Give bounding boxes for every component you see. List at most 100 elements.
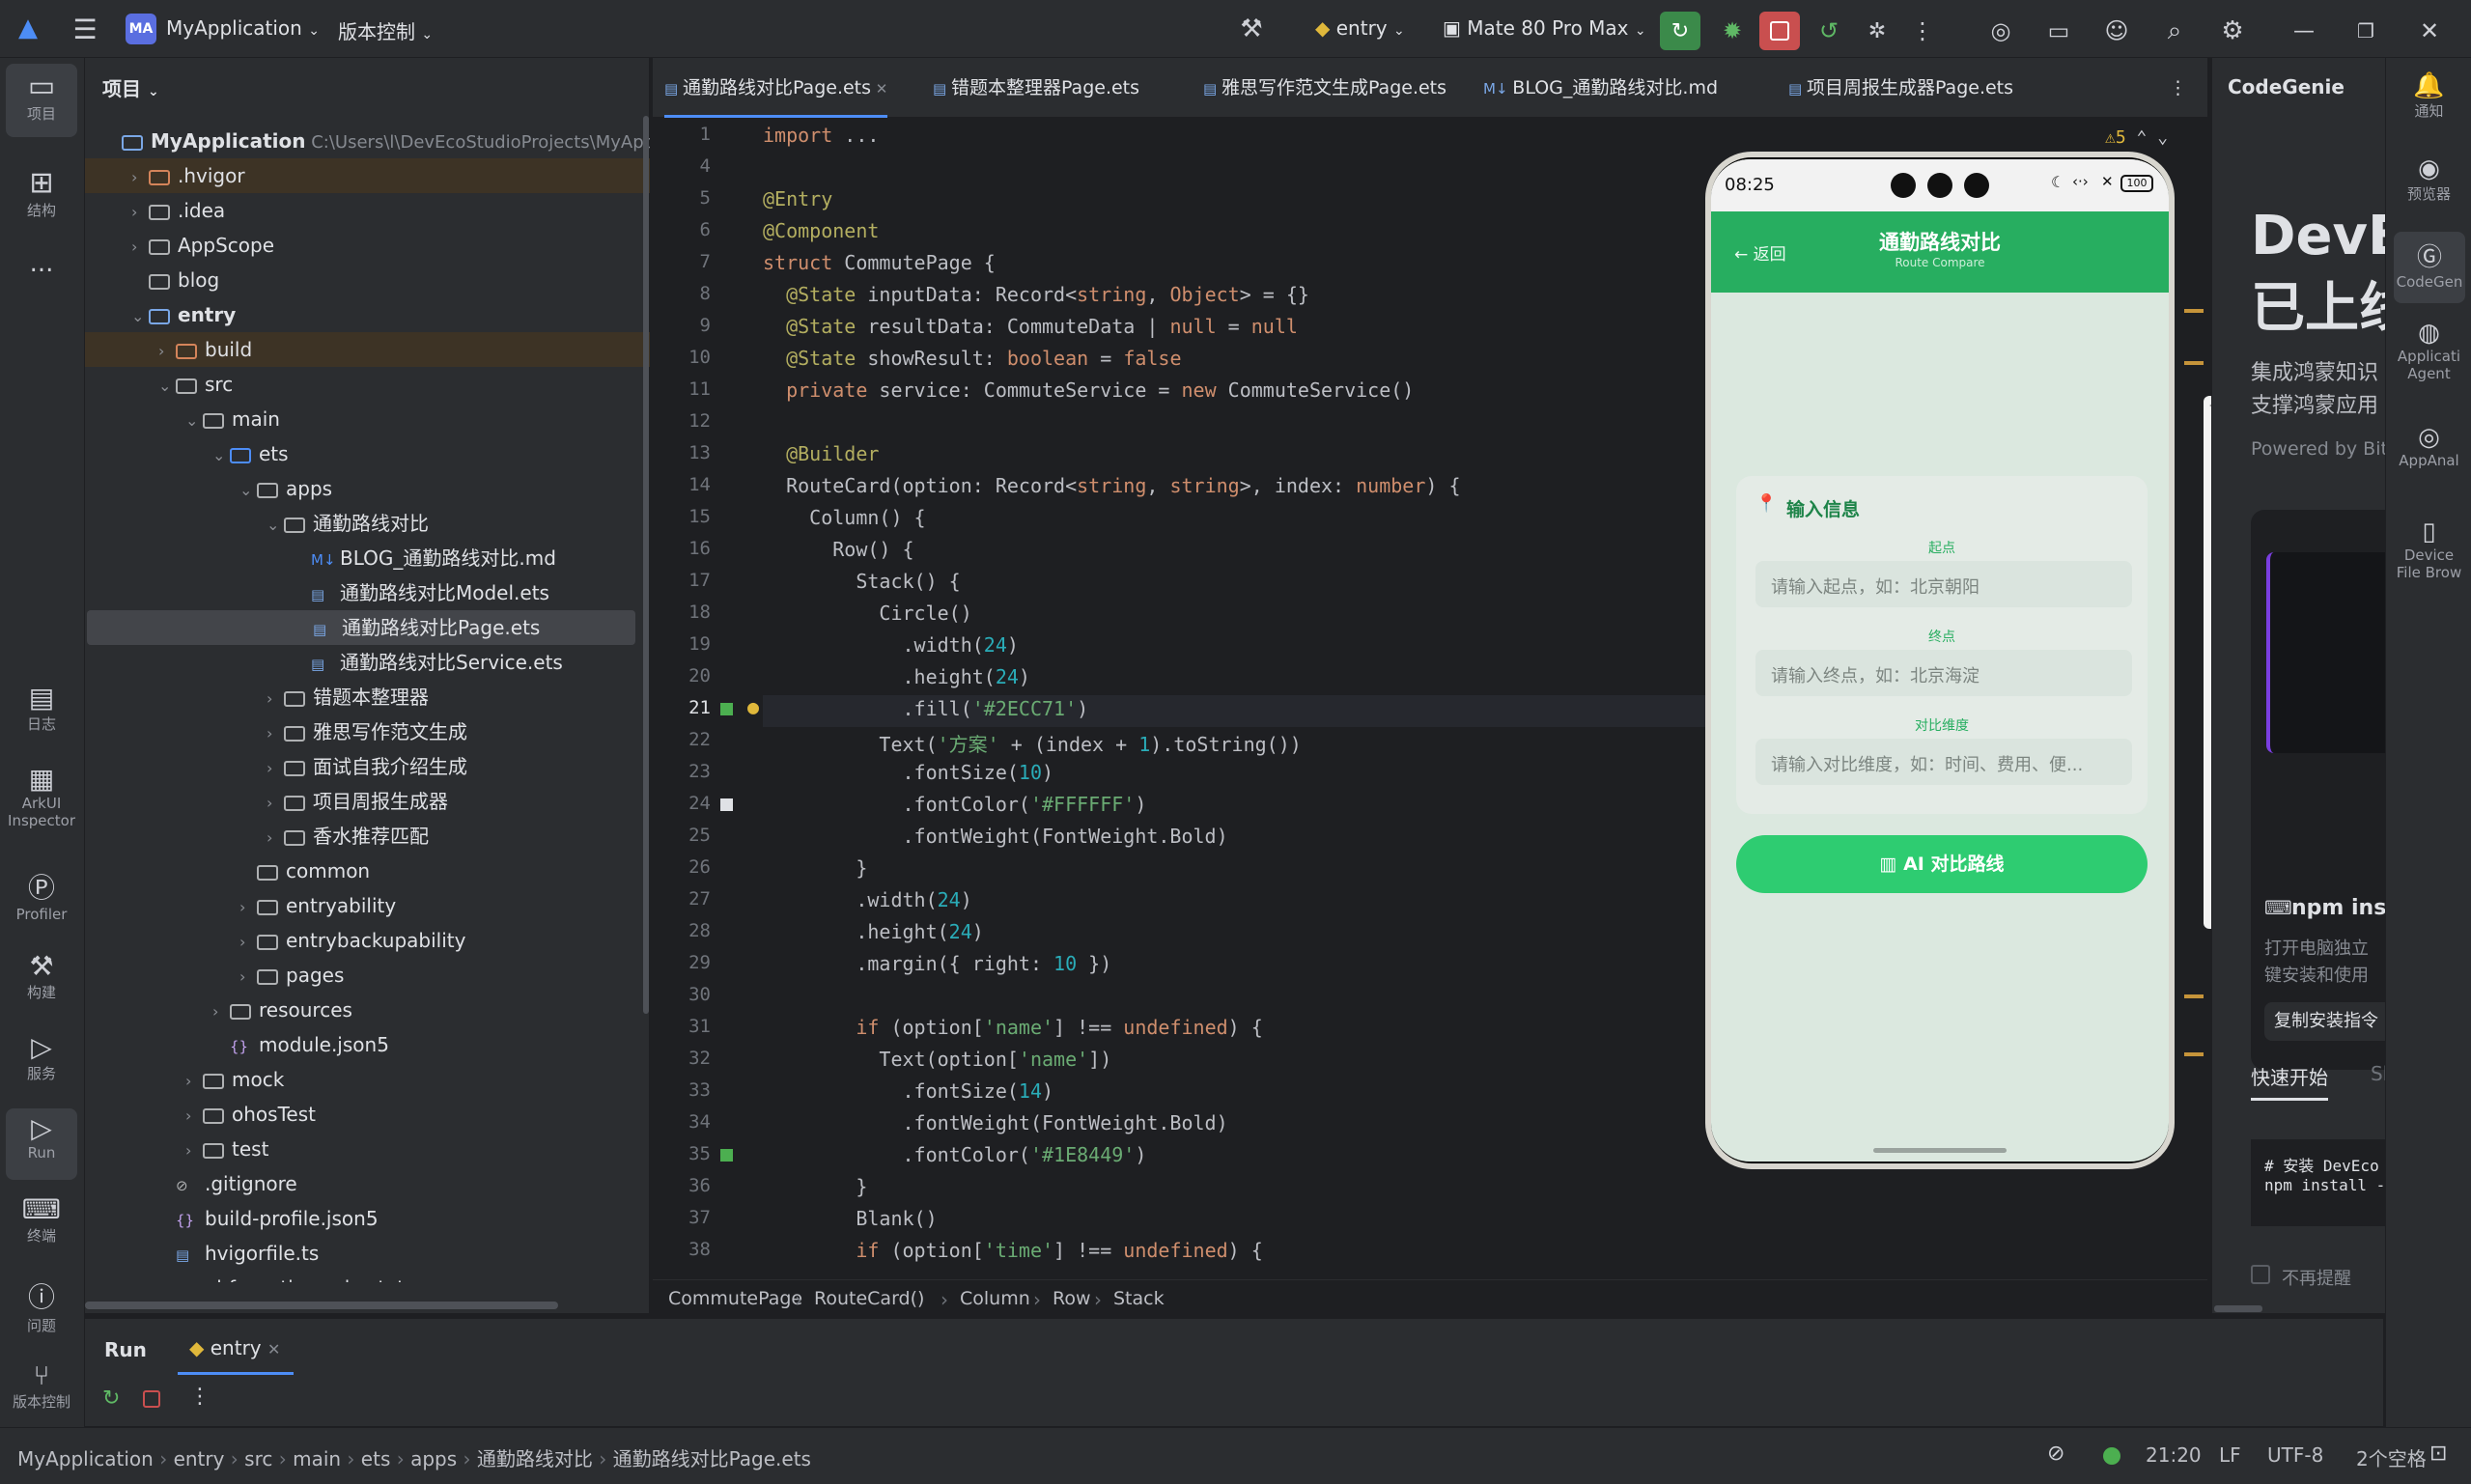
chevron-right-icon[interactable]: › bbox=[267, 716, 284, 751]
rail-analyzer[interactable]: ◎ AppAnal bbox=[2386, 423, 2471, 469]
status-path-item[interactable]: 通勤路线对比 bbox=[477, 1447, 593, 1470]
indent-setting[interactable]: 2个空格 bbox=[2356, 1443, 2427, 1471]
editor-tab[interactable]: ▤ 错题本整理器Page.ets bbox=[933, 58, 1139, 118]
tree-item[interactable]: › entrybackupability bbox=[85, 923, 650, 958]
readonly-icon[interactable]: ⊘ bbox=[2047, 1442, 2064, 1466]
status-path-item[interactable]: 通勤路线对比Page.ets bbox=[613, 1447, 811, 1470]
tree-item[interactable]: › test bbox=[85, 1132, 650, 1166]
settings-gear-icon[interactable]: ⚙ bbox=[2213, 12, 2252, 50]
chevron-right-icon[interactable]: › bbox=[239, 925, 257, 960]
rail-notifications[interactable]: 🔔 通知 bbox=[2386, 71, 2471, 121]
rail-inspector[interactable]: ▦ ArkUI Inspector bbox=[0, 763, 83, 829]
tree-item[interactable]: blog bbox=[85, 263, 650, 297]
vcs-menu[interactable]: 版本控制 ⌄ bbox=[338, 16, 433, 44]
editor-tab[interactable]: M↓ BLOG_通勤路线对比.md bbox=[1483, 58, 1718, 118]
run-tab-entry[interactable]: ◆ entry ✕ bbox=[178, 1325, 295, 1375]
chevron-right-icon[interactable]: › bbox=[131, 195, 149, 230]
rerun-button[interactable]: ↻ bbox=[1660, 12, 1700, 50]
lightbulb-icon[interactable]: ● bbox=[747, 695, 759, 718]
rail-services[interactable]: ▷ 服务 bbox=[0, 1031, 83, 1083]
tree-item[interactable]: ⌄ src bbox=[85, 367, 650, 402]
home-indicator[interactable] bbox=[1873, 1148, 2007, 1153]
tree-item[interactable]: M↓ BLOG_通勤路线对比.md bbox=[85, 541, 650, 575]
tree-item[interactable]: ⌄ entry bbox=[85, 297, 650, 332]
device-selector[interactable]: ▣ Mate 80 Pro Max ⌄ bbox=[1443, 16, 1646, 40]
tree-item[interactable]: ▤ 通勤路线对比Service.ets bbox=[85, 645, 650, 680]
apply-changes-icon[interactable]: ↺ bbox=[1810, 12, 1848, 50]
line-separator[interactable]: LF bbox=[2219, 1443, 2241, 1467]
chevron-down-icon[interactable]: ⌄ bbox=[212, 438, 230, 473]
hammer-icon[interactable]: ⚒ bbox=[1236, 14, 1267, 44]
warning-marker[interactable] bbox=[2184, 361, 2204, 365]
tree-item[interactable]: ▤ hvigorfile.ts bbox=[85, 1236, 650, 1271]
chevron-right-icon[interactable]: › bbox=[212, 994, 230, 1029]
tree-item[interactable]: ⌄ 通勤路线对比 bbox=[85, 506, 650, 541]
tree-item[interactable]: › mock bbox=[85, 1062, 650, 1097]
warning-marker[interactable] bbox=[2184, 994, 2204, 998]
warning-marker[interactable] bbox=[2184, 309, 2204, 313]
chevron-right-icon[interactable]: › bbox=[239, 960, 257, 994]
rail-codegenie[interactable]: Ⓖ CodeGen bbox=[2394, 232, 2465, 303]
rail-build[interactable]: ⚒ 构建 bbox=[0, 950, 83, 1002]
chevron-down-icon[interactable]: ⌄ bbox=[185, 404, 203, 438]
chevron-down-icon[interactable]: ⌄ bbox=[239, 473, 257, 508]
rail-previewer[interactable]: ◉ 预览器 bbox=[2386, 154, 2471, 204]
close-tab-icon[interactable]: ✕ bbox=[267, 1340, 280, 1358]
chevron-right-icon[interactable]: › bbox=[185, 1134, 203, 1168]
status-path-item[interactable]: apps bbox=[410, 1447, 457, 1470]
end-input[interactable]: 请输入终点，如：北京海淀 bbox=[1755, 650, 2132, 696]
debug-icon[interactable]: ✹ bbox=[1713, 12, 1752, 50]
tree-item[interactable]: › 项目周报生成器 bbox=[85, 784, 650, 819]
tree-item[interactable]: › build bbox=[85, 332, 650, 367]
tree-item[interactable]: MyApplication C:\Users\l\DevEcoStudioPro… bbox=[85, 124, 650, 158]
rail-profiler[interactable]: Ⓟ Profiler bbox=[0, 867, 83, 923]
folder-search-icon[interactable]: ▭ bbox=[2039, 12, 2078, 50]
rail-run[interactable]: ▷ Run bbox=[6, 1108, 77, 1180]
chevron-down-icon[interactable]: ⌄ bbox=[131, 299, 149, 334]
tab-quick-start[interactable]: 快速开始 bbox=[2251, 1062, 2328, 1101]
tree-item[interactable]: › pages bbox=[85, 958, 650, 993]
tree-item[interactable]: ⌄ ets bbox=[85, 436, 650, 471]
rail-project[interactable]: ▭ 项目 bbox=[6, 64, 77, 137]
tree-item[interactable]: {} build-profile.json5 bbox=[85, 1201, 650, 1236]
editor-tab[interactable]: ▤ 通勤路线对比Page.ets ✕ bbox=[664, 58, 888, 118]
tree-item[interactable]: › 面试自我介绍生成 bbox=[85, 749, 650, 784]
tree-item[interactable]: › resources bbox=[85, 993, 650, 1027]
maximize-icon[interactable]: ❐ bbox=[2346, 12, 2385, 50]
rerun-icon[interactable]: ↻ bbox=[102, 1386, 120, 1411]
target-icon[interactable]: ◎ bbox=[1981, 12, 2020, 50]
dimension-input[interactable]: 请输入对比维度，如：时间、费用、便... bbox=[1755, 739, 2132, 785]
lock-icon[interactable]: ⊡ bbox=[2429, 1442, 2447, 1466]
breadcrumb-item[interactable]: Column bbox=[960, 1288, 1030, 1309]
run-config-selector[interactable]: ◆ entry ⌄ bbox=[1315, 16, 1405, 40]
file-encoding[interactable]: UTF-8 bbox=[2267, 1443, 2323, 1467]
chevron-right-icon[interactable]: › bbox=[267, 751, 284, 786]
more-vertical-icon[interactable]: ⋮ bbox=[189, 1385, 211, 1409]
chevron-down-icon[interactable]: ⌄ bbox=[2157, 127, 2168, 148]
tree-hscrollbar[interactable] bbox=[85, 1302, 558, 1309]
attach-debugger-icon[interactable]: ✲ bbox=[1858, 12, 1896, 50]
tree-item[interactable]: › .hvigor bbox=[85, 158, 650, 193]
status-indicator-icon[interactable] bbox=[2103, 1447, 2120, 1465]
breadcrumb-item[interactable]: CommutePage bbox=[668, 1288, 802, 1309]
ai-compare-button[interactable]: ▥ AI 对比路线 bbox=[1736, 835, 2148, 893]
rail-problems[interactable]: ⓘ 问题 bbox=[0, 1276, 83, 1335]
codegenie-hscrollbar[interactable] bbox=[2214, 1305, 2262, 1312]
search-icon[interactable]: ⌕ bbox=[2155, 12, 2194, 50]
more-icon[interactable]: ... bbox=[0, 249, 83, 278]
breadcrumb-item[interactable]: Row bbox=[1053, 1288, 1091, 1309]
rail-log[interactable]: ▤ 日志 bbox=[0, 682, 83, 734]
rail-vcs[interactable]: ⑂ 版本控制 bbox=[0, 1359, 83, 1412]
color-swatch-marker[interactable] bbox=[720, 703, 733, 715]
chevron-right-icon[interactable]: › bbox=[185, 1099, 203, 1134]
tree-item[interactable]: {} module.json5 bbox=[85, 1027, 650, 1062]
project-panel-header[interactable]: 项目 ⌄ bbox=[102, 73, 159, 101]
status-path-item[interactable]: main bbox=[293, 1447, 341, 1470]
tree-item[interactable]: ▤ 通勤路线对比Model.ets bbox=[85, 575, 650, 610]
rail-agent[interactable]: ◍ Applicati Agent bbox=[2386, 319, 2471, 382]
tree-item[interactable]: ⌄ main bbox=[85, 402, 650, 436]
account-icon[interactable]: ☺ bbox=[2097, 12, 2136, 50]
tree-item[interactable]: ⌄ apps bbox=[85, 471, 650, 506]
tree-item[interactable]: ⊘ .gitignore bbox=[85, 1166, 650, 1201]
warning-marker[interactable] bbox=[2184, 1052, 2204, 1056]
